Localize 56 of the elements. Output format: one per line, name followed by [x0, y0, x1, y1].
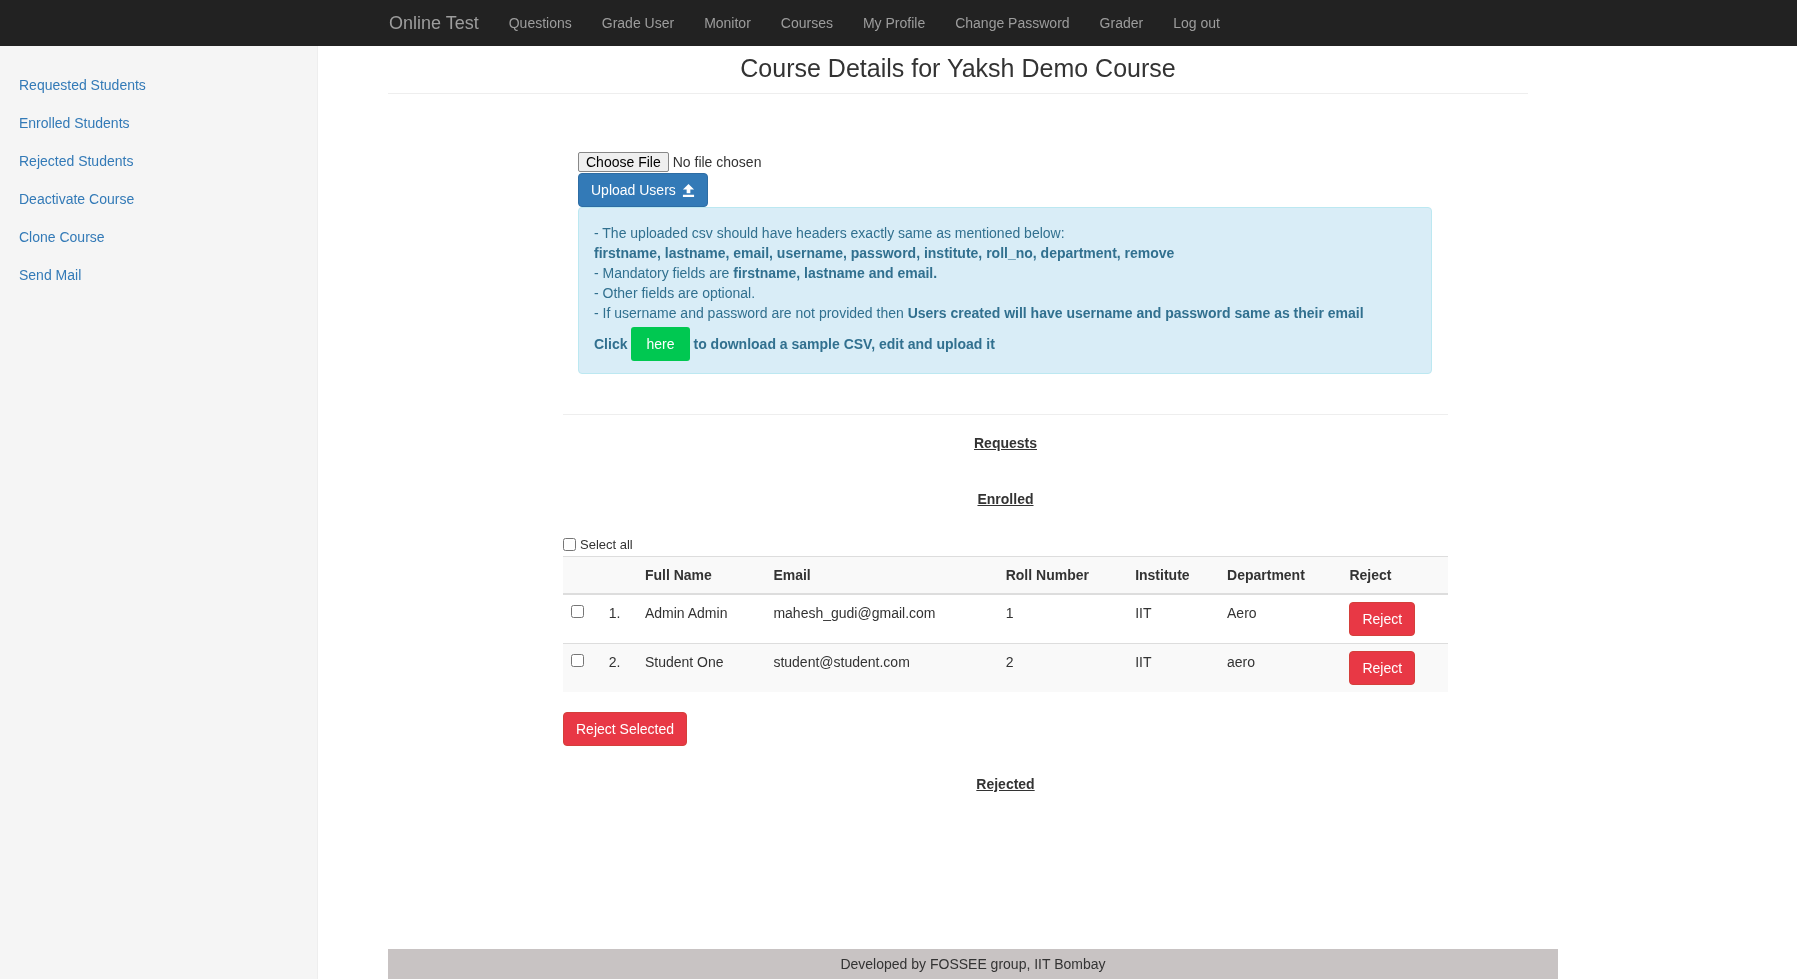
column-header: Department	[1219, 556, 1342, 594]
sidebar-link[interactable]: Rejected Students	[0, 142, 317, 180]
row-checkbox[interactable]	[571, 605, 584, 618]
name-cell: Admin Admin	[636, 594, 766, 644]
index-cell: 2.	[600, 643, 637, 692]
select-all-checkbox[interactable]	[563, 538, 576, 551]
nav-link[interactable]: My Profile	[862, 15, 926, 31]
choose-file-button[interactable]: Choose File	[578, 152, 669, 172]
nav-link[interactable]: Monitor	[704, 15, 751, 31]
department-cell: Aero	[1219, 594, 1342, 644]
sidebar-link[interactable]: Enrolled Students	[0, 104, 317, 142]
section-heading: Rejected	[975, 776, 1036, 792]
info-text: - The uploaded csv should have headers exactly same as mentioned below:	[594, 224, 1066, 243]
column-header: Roll Number	[997, 556, 1128, 594]
nav-link[interactable]: Questions	[508, 15, 572, 31]
brand-link[interactable]: Online Test	[389, 12, 479, 34]
file-status: No file chosen	[672, 154, 762, 170]
info-text: firstname, lastname, email, username, password, institute, roll_no, department, remove	[594, 244, 1176, 263]
nav-link[interactable]: Courses	[780, 15, 833, 31]
info-text: - If username and password are not provided then Users created will have username and password same as their email	[594, 304, 1365, 323]
row-checkbox[interactable]	[571, 654, 584, 667]
sidebar-link[interactable]: Requested Students	[0, 66, 317, 104]
sidebar-link[interactable]: Clone Course	[0, 218, 317, 256]
column-header: Reject	[1341, 556, 1448, 594]
department-cell: aero	[1219, 643, 1342, 692]
email-cell: mahesh_gudi@gmail.com	[765, 594, 998, 644]
nav-link[interactable]: Log out	[1173, 15, 1220, 31]
footer: Developed by FOSSEE group, IIT Bombay	[388, 949, 1558, 979]
column-header: Institute	[1127, 556, 1220, 594]
upload-icon	[681, 183, 695, 197]
roll-number-cell: 2	[997, 643, 1128, 692]
nav-link[interactable]: Grader	[1099, 15, 1144, 31]
column-header: Full Name	[636, 556, 766, 594]
info-text: Click	[594, 336, 628, 352]
info-text: to download a sample CSV, edit and upload it	[693, 336, 995, 352]
reject-button[interactable]: Reject	[1349, 651, 1416, 685]
reject-button[interactable]: Reject	[1349, 602, 1416, 636]
section-heading: Requests	[973, 435, 1038, 451]
index-cell: 1.	[600, 594, 637, 644]
section-heading: Enrolled	[976, 491, 1035, 507]
column-header: Email	[765, 556, 998, 594]
info-text: - Mandatory fields are firstname, lastname and email.	[594, 264, 939, 283]
roll-number-cell: 1	[997, 594, 1128, 644]
info-text: - Other fields are optional.	[594, 284, 757, 303]
institute-cell: IIT	[1127, 643, 1220, 692]
name-cell: Student One	[636, 643, 766, 692]
nav-link[interactable]: Change Password	[955, 15, 1070, 31]
checkbox-label: Select all	[580, 537, 633, 552]
sidebar-link[interactable]: Send Mail	[0, 256, 317, 294]
email-cell: student@student.com	[765, 643, 998, 692]
institute-cell: IIT	[1127, 594, 1220, 644]
page-title: Course Details for Yaksh Demo Course	[388, 46, 1528, 94]
nav-link[interactable]: Grade User	[601, 15, 675, 31]
reject-selected-button[interactable]: Reject Selected	[563, 712, 688, 746]
sidebar-link[interactable]: Deactivate Course	[0, 180, 317, 218]
upload-users-button[interactable]: Upload Users	[578, 173, 708, 207]
